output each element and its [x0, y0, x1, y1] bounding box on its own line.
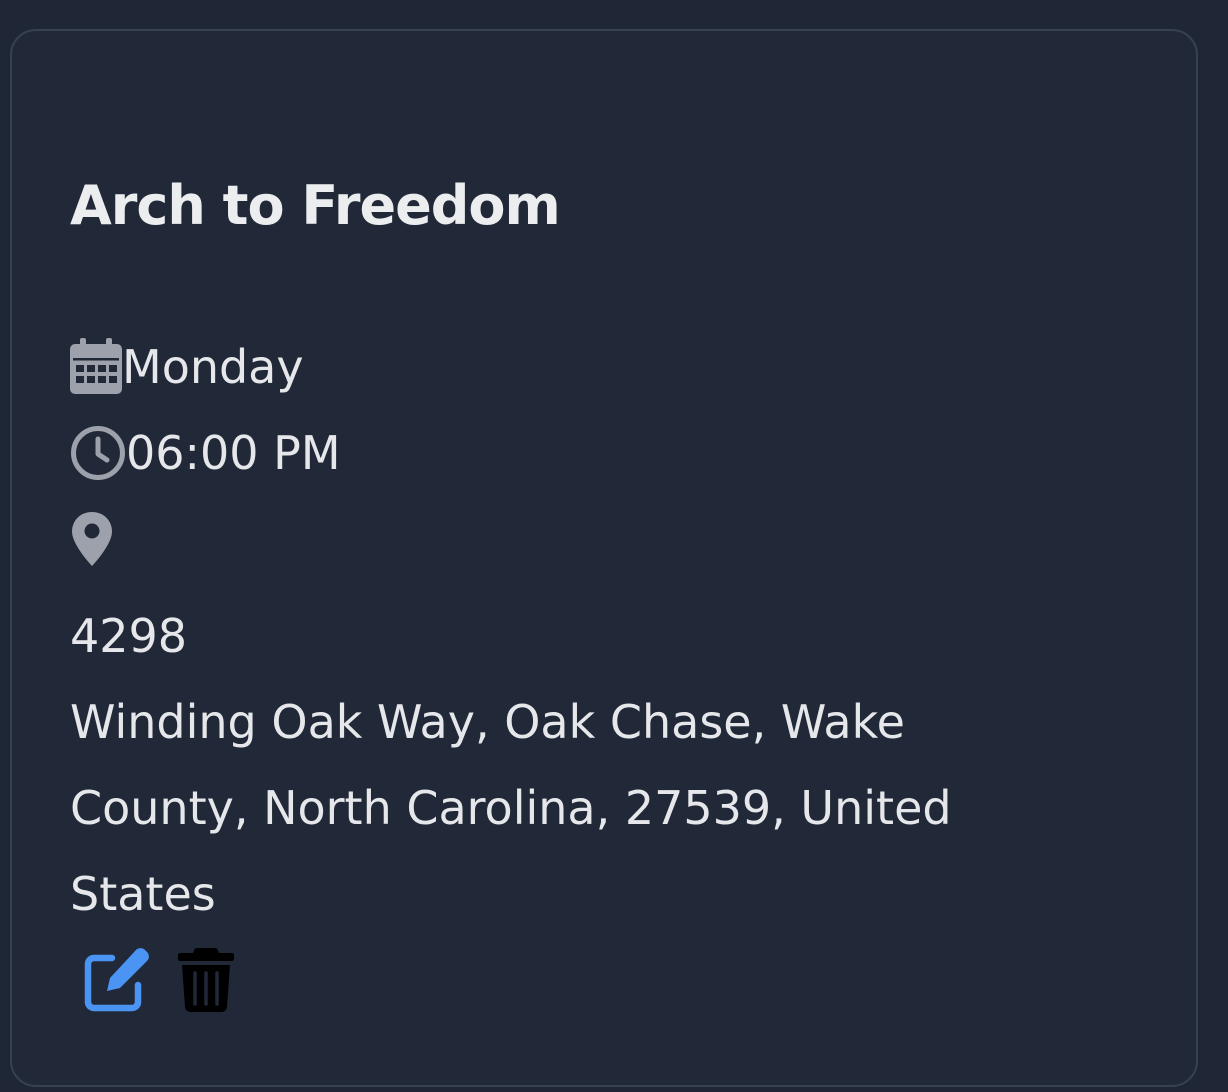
- address-line: County, North Carolina, 27539, United: [70, 781, 952, 835]
- card-actions: [82, 947, 234, 1017]
- event-day-row: Monday: [70, 337, 304, 397]
- event-address: 4298 Winding Oak Way, Oak Chase, Wake Co…: [70, 593, 1170, 937]
- event-title: Arch to Freedom: [70, 174, 561, 237]
- edit-button[interactable]: [82, 947, 150, 1017]
- event-day: Monday: [122, 340, 304, 394]
- address-line: States: [70, 867, 216, 921]
- event-location-row: [70, 509, 114, 569]
- clock-icon: [70, 425, 126, 481]
- trash-icon: [178, 948, 234, 1012]
- event-card: Arch to Freedom Monday 06:00 PM 4298 Win…: [10, 29, 1198, 1087]
- event-time: 06:00 PM: [126, 426, 341, 480]
- calendar-icon: [70, 338, 122, 396]
- address-line: Winding Oak Way, Oak Chase, Wake: [70, 695, 905, 749]
- event-time-row: 06:00 PM: [70, 423, 341, 483]
- map-pin-icon: [70, 510, 114, 568]
- edit-icon: [84, 948, 149, 1012]
- address-line: 4298: [70, 609, 188, 663]
- delete-button[interactable]: [178, 948, 234, 1016]
